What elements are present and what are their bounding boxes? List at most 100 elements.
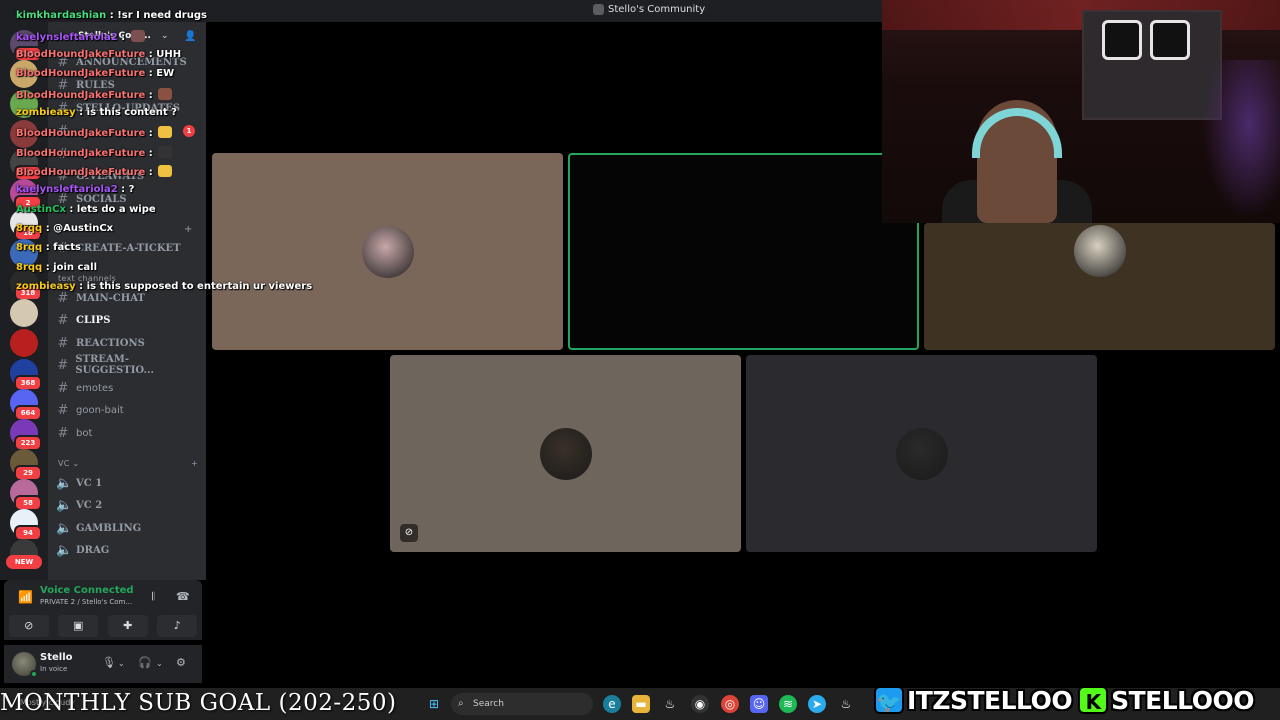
voice-status[interactable]: Voice Connected [40,585,134,596]
chat-username[interactable]: BloodHoundJakeFuture [16,49,145,60]
telegram-icon[interactable]: ➤ [808,695,826,713]
chat-text: : join call [42,262,98,273]
call-tile-2[interactable] [568,153,919,350]
search-icon: ⌕ [458,698,464,709]
chrome-icon[interactable]: ◎ [721,695,739,713]
chevron-down-icon[interactable]: ⌄ [156,659,163,668]
hash-icon: # [57,335,69,351]
steam-icon[interactable]: ♨ [661,695,679,713]
channel-label: STREAM-SUGGESTIO... [75,354,154,376]
voice-channel-item[interactable]: 🔈 VC 2 [56,495,202,515]
channel-item[interactable]: # emotes [56,378,202,398]
activities-button[interactable]: ✚ [107,615,148,637]
signal-icon[interactable]: 📶 [18,590,33,604]
search-input[interactable]: ⌕ Search [451,693,593,715]
chat-text: : facts [42,242,81,253]
chat-username[interactable]: zombieasy [16,107,76,118]
emote-icon [158,88,173,100]
obs-icon[interactable]: ◉ [691,695,709,713]
hash-icon: # [57,425,69,441]
server-icon[interactable]: 368 [10,359,42,391]
call-tile-3[interactable] [924,223,1275,350]
chat-message: BloodHoundJakeFuture : [16,88,173,101]
server-icon[interactable]: 223 [10,419,42,451]
chat-message: kaelynsleftariola2 : [16,30,145,43]
server-icon[interactable] [10,329,38,357]
kick-icon: K [1078,686,1109,714]
noise-suppression-icon[interactable]: 𝄃 [152,590,154,604]
channel-label: DRAG [76,544,110,556]
disconnect-icon[interactable]: ☎ [176,590,190,603]
chat-message: 8rqq : facts [16,242,81,253]
channel-item[interactable]: # bot [56,423,202,443]
window-title: Stello's Community [593,4,705,15]
server-icon[interactable]: 94 [10,509,42,541]
participant-avatar [1073,225,1126,277]
windows-start-icon[interactable]: ⊞ [425,695,443,713]
server-icon[interactable]: 58 [10,479,42,511]
chat-text: : @AustinCx [42,223,114,234]
server-icon[interactable]: 664 [10,389,42,421]
socials-overlay: 🐦 ITZSTELLOO K STELLOOO [874,683,1274,717]
online-status-icon [30,670,38,678]
call-tile-5[interactable] [746,355,1097,552]
channel-item[interactable]: # CLIPS [56,310,202,330]
new-badge[interactable]: NEW [6,555,42,569]
spotify-icon[interactable]: ≋ [779,695,797,713]
chat-message: BloodHoundJakeFuture : EW [16,68,174,79]
chat-message: AustinCx : lets do a wipe [16,204,156,215]
chat-text: : !sr I need drugs [106,10,207,21]
camera-off-button[interactable]: ⊘ [8,615,49,637]
soundboard-button[interactable]: ♪ [157,615,198,637]
category-vc[interactable]: VC ⌄ + [58,459,198,468]
voice-channel-path[interactable]: PRIVATE 2 / Stello's Com... [40,598,132,606]
call-tile-4[interactable]: ⊘ [390,355,741,552]
chat-username[interactable]: kaelynsleftariola2 [16,184,118,195]
chat-overlay: kimkhardashian : !sr I need drugs kaelyns… [0,0,312,300]
discord-icon[interactable]: ☺ [750,695,768,713]
server-icon[interactable]: 29 [10,449,42,481]
channel-label: bot [76,427,93,439]
hash-icon: # [57,357,69,373]
steam-icon[interactable]: ♨ [837,695,855,713]
channel-item[interactable]: # REACTIONS [56,333,202,353]
microphone-icon[interactable]: 🎙 [102,656,116,669]
chat-username[interactable]: BloodHoundJakeFuture [16,128,145,139]
speaker-icon: 🔈 [56,520,73,536]
chat-username[interactable]: 8rqq [16,242,42,253]
chat-message: zombieasy : is this supposed to entertai… [16,281,312,292]
server-icon[interactable] [10,299,38,327]
channel-label: emotes [76,382,114,394]
emote-icon [158,126,173,138]
file-explorer-icon[interactable]: ▬ [632,695,650,713]
speaker-right [1150,20,1190,60]
participant-avatar [361,225,414,278]
channel-label: GAMBLING [76,522,142,534]
chat-username[interactable]: BloodHoundJakeFuture [16,68,145,79]
chat-username[interactable]: BloodHoundJakeFuture [16,148,145,159]
edge-icon[interactable]: e [603,695,621,713]
chat-text: : is this supposed to entertain ur viewe… [75,281,313,292]
username[interactable]: Stello [40,652,73,663]
chevron-down-icon[interactable]: ⌄ [118,659,125,668]
screen-share-button[interactable]: ▣ [58,615,99,637]
chat-username[interactable]: 8rqq [16,223,42,234]
chat-username[interactable]: BloodHoundJakeFuture [16,90,145,101]
chat-username[interactable]: 8rqq [16,262,42,273]
chat-username[interactable]: zombieasy [16,281,76,292]
gear-icon[interactable]: ⚙ [176,656,186,669]
voice-channel-item[interactable]: 🔈 VC 1 [56,473,202,493]
chat-username[interactable]: AustinCx [16,204,66,215]
channel-item[interactable]: # STREAM-SUGGESTIO... [56,354,202,376]
add-channel-icon[interactable]: + [191,459,198,468]
channel-label: VC 2 [76,499,103,511]
chat-username[interactable]: kimkhardashian [16,10,106,21]
chat-username[interactable]: BloodHoundJakeFuture [16,167,145,178]
voice-channel-item[interactable]: 🔈 DRAG [56,540,202,560]
headphones-icon[interactable]: 🎧 [138,656,152,669]
participant-avatar [895,427,948,480]
voice-channel-item[interactable]: 🔈 GAMBLING [56,518,202,538]
chat-username[interactable]: kaelynsleftariola2 [16,32,118,43]
channel-item[interactable]: # goon-bait [56,400,202,420]
hash-icon: # [57,312,69,328]
